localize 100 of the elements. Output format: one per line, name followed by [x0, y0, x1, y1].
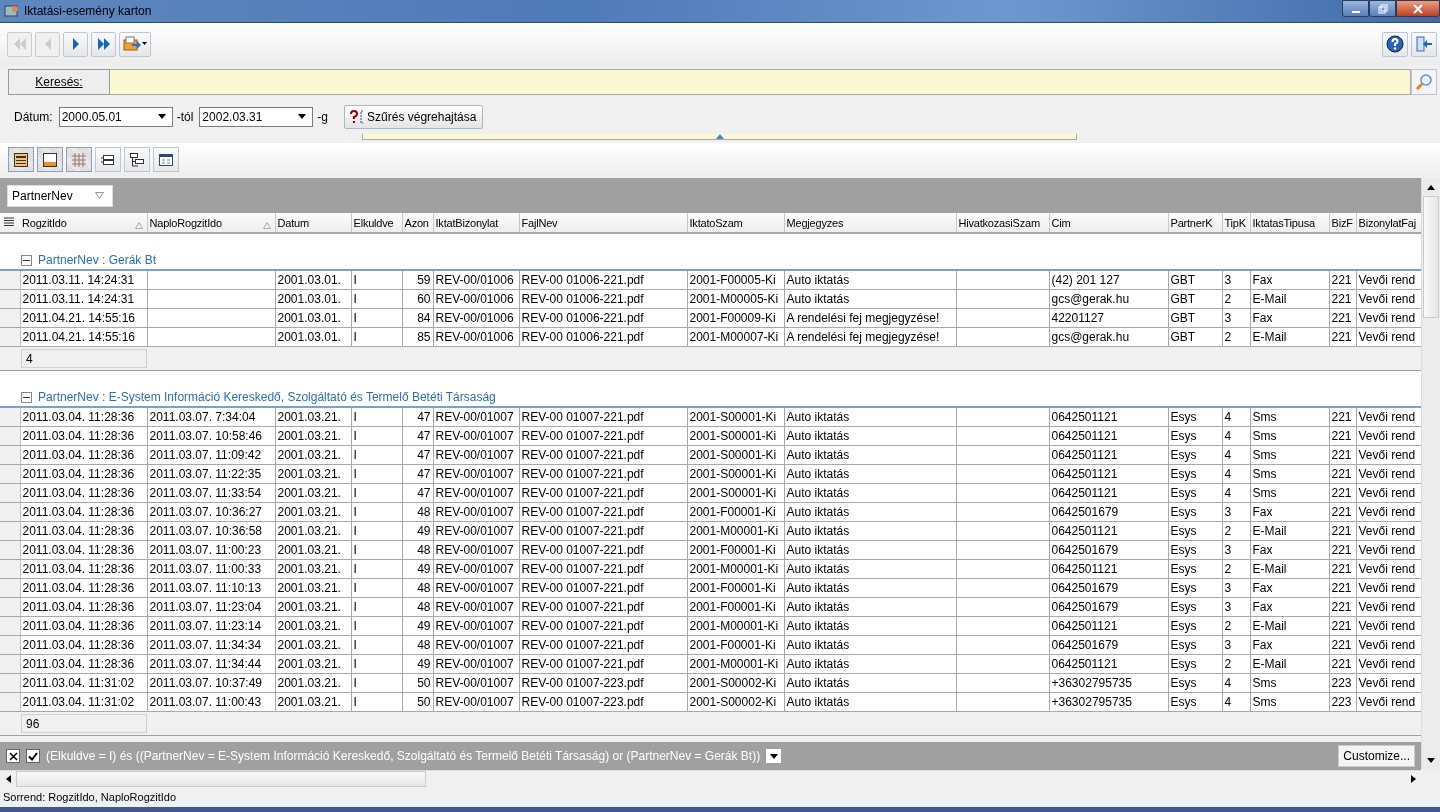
table-cell: 2011.03.04. 11:28:36	[22, 543, 135, 557]
column-header[interactable]: Datum	[275, 213, 351, 233]
vertical-scrollbar[interactable]	[1421, 178, 1440, 769]
table-cell: 2001.03.21.	[277, 429, 341, 443]
view-toggle-button[interactable]	[66, 147, 92, 172]
navigation-button[interactable]	[63, 31, 88, 57]
column-header[interactable]: TipK	[1222, 213, 1250, 233]
table-cell: 0642501679	[1051, 543, 1119, 557]
table-cell: 2011.03.11. 14:24:31	[22, 292, 135, 306]
column-header[interactable]: RogzitIdo	[20, 213, 147, 233]
scroll-left-icon[interactable]	[5, 775, 11, 783]
table-cell: 2001.03.21.	[277, 619, 341, 633]
table-cell: 2001.03.21.	[277, 638, 341, 652]
view-toggle-button[interactable]	[124, 147, 150, 172]
group-by-chip[interactable]: PartnerNev	[7, 184, 113, 207]
table-cell: Esys	[1170, 505, 1197, 519]
to-suffix: -g	[317, 109, 329, 124]
view-toggle-button[interactable]	[37, 147, 63, 172]
table-cell: I	[353, 448, 357, 462]
view-toggle-button[interactable]	[153, 147, 179, 172]
table-cell: 2001.03.21.	[277, 524, 341, 538]
table-cell: 2001-M00007-Ki	[689, 330, 779, 344]
table-cell: Auto iktatás	[786, 695, 850, 709]
column-header[interactable]: IktatoSzam	[687, 213, 784, 233]
table-cell: REV-00 01007-221.pdf	[521, 486, 644, 500]
column-header[interactable]: BizF	[1329, 213, 1356, 233]
clear-filter-button[interactable]	[6, 749, 20, 763]
table-cell: 2	[1224, 657, 1232, 671]
filter-dropdown-button[interactable]	[766, 749, 782, 763]
table-cell: REV-00 01007-221.pdf	[521, 505, 644, 519]
triangle-down-icon	[94, 192, 104, 199]
app-icon	[4, 3, 20, 19]
scrollbar-thumb[interactable]	[1423, 196, 1439, 318]
table-cell: GBT	[1170, 311, 1196, 325]
table-cell: 3	[1224, 311, 1232, 325]
column-header[interactable]: HivatkozasiSzam	[956, 213, 1049, 233]
search-label: Keresés:	[8, 69, 110, 95]
table-cell: 0642501121	[1051, 410, 1118, 424]
search-field[interactable]	[110, 69, 1411, 95]
exit-button[interactable]	[1411, 31, 1437, 57]
triangle-up-icon	[715, 134, 724, 139]
view-toggle-button[interactable]	[95, 147, 121, 172]
date-from-dropdown[interactable]: 2000.05.01	[58, 106, 173, 127]
table-cell: Vevői rend	[1358, 410, 1416, 424]
collapse-button[interactable]	[21, 254, 32, 266]
minimize-button[interactable]	[1342, 0, 1369, 17]
table-cell: 48	[417, 543, 431, 557]
apply-filter-button[interactable]: Szűrés végrehajtása	[344, 104, 484, 129]
table-cell: gcs@gerak.hu	[1051, 330, 1130, 344]
table-cell: Auto iktatás	[786, 562, 850, 576]
column-header[interactable]: NaploRogzitIdo	[147, 213, 275, 233]
table-cell: 2011.03.04. 11:28:36	[22, 448, 135, 462]
navigation-button[interactable]	[91, 31, 116, 57]
column-header[interactable]: FajlNev	[519, 213, 687, 233]
table-cell: I	[353, 562, 357, 576]
table-cell: REV-00/01007	[435, 676, 514, 690]
column-header[interactable]: IktatasTipusa	[1250, 213, 1329, 233]
table-cell: Vevői rend	[1358, 448, 1416, 462]
column-header[interactable]: Elkuldve	[351, 213, 402, 233]
table-cell: 2	[1224, 292, 1232, 306]
table-cell: 2011.03.11. 14:24:31	[22, 273, 135, 287]
column-header[interactable]: Azon	[402, 213, 433, 233]
column-header[interactable]: PartnerK	[1168, 213, 1222, 233]
column-header[interactable]: Cim	[1049, 213, 1168, 233]
table-cell: 2001-M00001-Ki	[689, 619, 779, 633]
column-header[interactable]: Megjegyzes	[784, 213, 956, 233]
column-header[interactable]: BizonylatFaj	[1356, 213, 1421, 233]
table-cell: 50	[417, 695, 431, 709]
table-cell: 2011.03.07. 10:36:27	[149, 505, 263, 519]
scroll-up-icon[interactable]	[1427, 184, 1435, 190]
table-cell: 0642501121	[1051, 486, 1118, 500]
customize-button[interactable]: Customize...	[1338, 745, 1415, 767]
grid-icon	[71, 151, 87, 168]
table-cell: 223	[1331, 695, 1352, 709]
table-cell: 48	[417, 600, 431, 614]
column-header[interactable]: IktatBizonylat	[433, 213, 519, 233]
column-chooser-icon[interactable]	[4, 216, 14, 227]
table-cell: Vevői rend	[1358, 524, 1416, 538]
close-button[interactable]	[1396, 0, 1440, 17]
help-button[interactable]	[1382, 31, 1408, 57]
view-toggle-button[interactable]	[8, 147, 34, 172]
table-cell: Auto iktatás	[786, 657, 850, 671]
table-cell: REV-00 01006-221.pdf	[521, 311, 644, 325]
table-cell: 2011.03.04. 11:28:36	[22, 410, 135, 424]
scroll-down-icon[interactable]	[1427, 757, 1435, 763]
table-cell: 2011.03.04. 11:28:36	[22, 600, 135, 614]
scrollbar-thumb[interactable]	[16, 771, 426, 787]
scroll-right-icon[interactable]	[1410, 775, 1416, 783]
search-button[interactable]	[1411, 69, 1437, 95]
export-button[interactable]	[119, 31, 151, 57]
collapse-button[interactable]	[21, 391, 32, 403]
table-cell: 2011.03.04. 11:28:36	[22, 562, 135, 576]
card-view-icon	[158, 151, 174, 168]
date-to-dropdown[interactable]: 2002.03.31	[199, 106, 314, 127]
table-cell: Sms	[1252, 676, 1277, 690]
filter-checkbox[interactable]	[26, 749, 40, 763]
table-cell: Auto iktatás	[786, 429, 850, 443]
restore-button[interactable]	[1369, 0, 1396, 17]
table-cell: Auto iktatás	[786, 524, 850, 538]
footer-icon	[42, 151, 58, 168]
